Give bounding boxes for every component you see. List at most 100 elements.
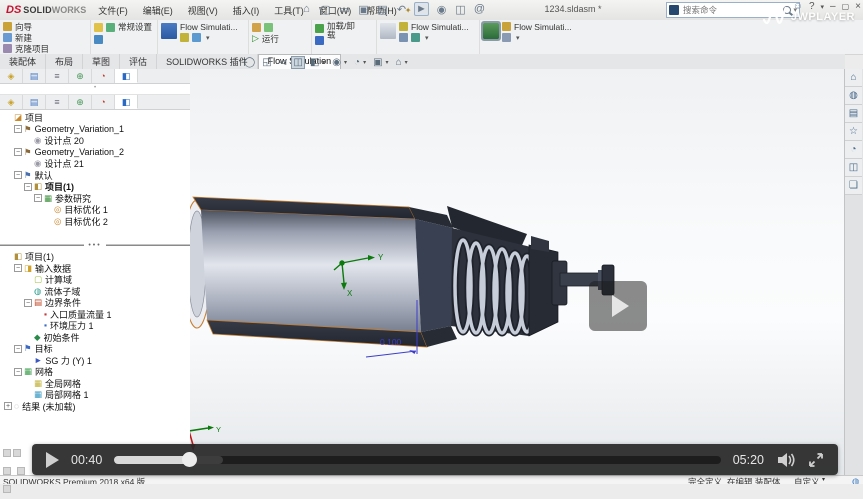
flow-simulation-tree-icon[interactable]: ◧ <box>115 69 138 83</box>
tree-item-inlet-mass-flow[interactable]: ▪入口质量流量 1 <box>0 309 190 321</box>
configuration-manager-icon[interactable]: ≡ <box>46 69 69 83</box>
property-manager-icon[interactable]: ▤ <box>23 69 46 83</box>
section-view-icon[interactable]: ◫ <box>292 57 303 68</box>
active-tool-icon[interactable] <box>483 23 499 39</box>
chevron-down-icon[interactable]: ▾ <box>822 476 825 483</box>
fluid-settings-icon[interactable] <box>94 35 103 44</box>
tree-expander-icon[interactable]: − <box>14 171 22 179</box>
tree-item-goal-optimization[interactable]: ◎目标优化 2 <box>0 216 190 228</box>
menu-item-3[interactable]: 插入(I) <box>231 3 262 18</box>
menu-item-0[interactable]: 文件(F) <box>96 3 130 18</box>
seek-bar[interactable] <box>114 456 720 464</box>
volume-button[interactable] <box>776 452 796 468</box>
menu-item-2[interactable]: 视图(V) <box>186 3 220 18</box>
tree-expander-icon[interactable]: + <box>4 402 12 410</box>
tree-expander-icon[interactable]: − <box>24 183 32 191</box>
scene-icon[interactable]: ▣▾ <box>372 57 389 68</box>
results-tools-icon[interactable] <box>380 23 396 39</box>
display-style-icon[interactable]: ◧▾ <box>309 57 326 68</box>
tree-expander-icon[interactable]: − <box>14 368 22 376</box>
dimxpert-manager-icon[interactable]: ⊕ <box>69 69 92 83</box>
clone-project-button[interactable]: 克隆项目 <box>3 43 49 54</box>
fullscreen-button[interactable] <box>808 452 824 468</box>
general-settings-button[interactable]: 常规设置 <box>106 21 154 32</box>
design-library-icon[interactable]: ◍ <box>845 87 862 105</box>
tree-item-design-point[interactable]: ◉设计点 21 <box>0 158 190 170</box>
previous-view-icon[interactable]: ◅ <box>278 57 288 68</box>
undo-icon[interactable]: ↶ <box>395 3 408 16</box>
graphics-area[interactable]: Y X 0.100 Y <box>190 69 845 475</box>
wizard-button[interactable]: 向导 <box>3 21 49 32</box>
property-manager-icon[interactable]: ▤ <box>23 95 46 109</box>
display-manager-icon[interactable]: ◔ <box>92 69 115 83</box>
tree-item-fluid-subdomain[interactable]: ◍流体子域 <box>0 286 190 298</box>
flow-simulation-project-icon[interactable] <box>161 23 177 39</box>
tree-item-design-point[interactable]: ◉设计点 20 <box>0 135 190 147</box>
zoom-fit-icon[interactable]: ◯ <box>243 57 256 68</box>
play-button[interactable] <box>46 452 59 468</box>
select-icon[interactable]: ► <box>414 2 429 16</box>
tree-item-sg-force[interactable]: ►SG 力 (Y) 1 <box>0 355 190 367</box>
display-manager-icon[interactable]: ◔ <box>92 95 115 109</box>
tree-item-flow-project[interactable]: −◧项目(1) <box>0 181 190 193</box>
tree-expander-icon[interactable]: − <box>14 125 22 133</box>
flow-simulation-tree-icon[interactable]: ◧ <box>115 95 138 109</box>
pane-splitter-top[interactable]: • <box>0 84 190 95</box>
pane-splitter-middle[interactable]: ••• <box>0 241 190 249</box>
tree-item-project[interactable]: ◪项目 <box>0 112 190 124</box>
options-icon[interactable]: ◉ <box>435 3 448 16</box>
tab-0[interactable]: 装配体 <box>0 54 46 69</box>
menu-item-1[interactable]: 编辑(E) <box>141 3 175 18</box>
tree-item-variation[interactable]: −⚑Geometry_Variation_1 <box>0 124 190 136</box>
feature-manager-icon[interactable]: ◈ <box>0 69 23 83</box>
edit-appearance-icon[interactable]: ◔▾ <box>353 57 367 68</box>
tree-expander-icon[interactable]: − <box>14 264 22 272</box>
flow-simulation-dropdown-3[interactable]: Flow Simulati... ▾ <box>502 21 572 43</box>
display-pane-icon[interactable]: ◫ <box>454 3 467 16</box>
configuration-manager-icon[interactable]: ≡ <box>46 95 69 109</box>
tab-2[interactable]: 草图 <box>83 54 120 69</box>
print-icon[interactable]: ▤ <box>376 3 389 16</box>
tab-3[interactable]: 评估 <box>120 54 157 69</box>
view-settings-icon[interactable]: ⌂▾ <box>395 57 409 68</box>
dimxpert-manager-icon[interactable]: ⊕ <box>69 95 92 109</box>
flow-simulation-dropdown-1[interactable]: Flow Simulati... ▾ <box>180 21 238 43</box>
tree-expander-icon[interactable]: − <box>24 299 32 307</box>
forum-icon[interactable]: ❏ <box>845 177 862 195</box>
hide-show-icon[interactable]: ◉▾ <box>331 57 348 68</box>
gas-settings-icon[interactable] <box>94 23 103 32</box>
home-icon[interactable]: ⌂ <box>845 69 862 87</box>
tree-item-results[interactable]: +◌结果 (未加载) <box>0 401 190 413</box>
save-icon[interactable]: ▣ <box>357 3 370 16</box>
view-palette-icon[interactable]: ☆ <box>845 123 862 141</box>
open-icon[interactable]: ▭ <box>338 3 351 16</box>
tree-item-default-config[interactable]: −⚑默认 <box>0 170 190 182</box>
custom-properties-icon[interactable]: ◫ <box>845 159 862 177</box>
home-icon[interactable]: ⌂ <box>300 3 313 15</box>
close-button[interactable]: × <box>855 1 861 12</box>
tree-expander-icon[interactable]: − <box>14 345 22 353</box>
file-explorer-icon[interactable]: ▤ <box>845 105 862 123</box>
zoom-area-icon[interactable]: ◱ <box>261 57 272 68</box>
tree-item-initial-conditions[interactable]: ◆初始条件 <box>0 332 190 344</box>
new-document-icon[interactable]: ▢ <box>319 3 332 16</box>
tree-item-variation[interactable]: −⚑Geometry_Variation_2 <box>0 147 190 159</box>
tree-expander-icon[interactable]: − <box>14 148 22 156</box>
feature-manager-icon[interactable]: ◈ <box>0 95 23 109</box>
load-unload-button[interactable]: 加载/卸载 <box>315 21 363 45</box>
tree-item-mesh[interactable]: −▦网格 <box>0 366 190 378</box>
tree-item-goals[interactable]: −⚑目标 <box>0 343 190 355</box>
mention-icon[interactable]: @ <box>473 3 486 15</box>
flow-simulation-dropdown-2[interactable]: Flow Simulati... ▾ <box>399 21 469 43</box>
new-project-button[interactable]: 新建 <box>3 32 49 43</box>
tree-expander-icon[interactable]: − <box>34 194 42 202</box>
tree-item-environment-pressure[interactable]: ▪环境压力 1 <box>0 320 190 332</box>
run-button[interactable]: ▷运行 <box>252 21 279 44</box>
seek-knob[interactable] <box>182 452 197 467</box>
tree-item-global-mesh[interactable]: ▦全局网格 <box>0 378 190 390</box>
tab-1[interactable]: 布局 <box>46 54 83 69</box>
tree-item-input-data[interactable]: −◨输入数据 <box>0 263 190 275</box>
video-play-overlay-button[interactable] <box>589 281 647 331</box>
tree-item-computational-domain[interactable]: ▢计算域 <box>0 274 190 286</box>
appearances-icon[interactable]: ◔ <box>845 141 862 159</box>
